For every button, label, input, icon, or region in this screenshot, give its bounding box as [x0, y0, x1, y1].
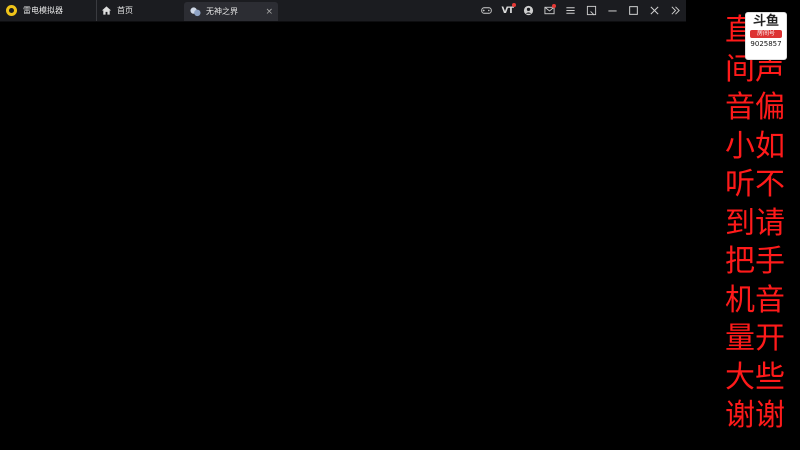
- window-toolbar: VT: [476, 0, 686, 21]
- emulator-titlebar: 雷电模拟器 首页 无神之界 × VT: [0, 0, 686, 22]
- vt-alert-dot: [512, 3, 516, 7]
- gamepad-button[interactable]: [476, 0, 497, 21]
- close-tab-icon[interactable]: ×: [265, 7, 273, 17]
- expand-sidebar-icon: [671, 6, 680, 15]
- home-icon: [101, 6, 112, 15]
- minimize-button[interactable]: [602, 0, 623, 21]
- vt-button[interactable]: VT: [497, 0, 518, 21]
- user-icon: [523, 5, 534, 16]
- close-window-button[interactable]: [644, 0, 665, 21]
- menu-button[interactable]: [560, 0, 581, 21]
- menu-icon: [566, 7, 575, 14]
- messages-button[interactable]: [539, 0, 560, 21]
- game-app-icon: [190, 7, 201, 17]
- app-tab-label: 雷电模拟器: [23, 6, 63, 15]
- vt-icon: VT: [501, 5, 514, 16]
- douyu-logo: 斗鱼: [752, 14, 779, 29]
- stream-notice-text: 直播间声音偏小如听不到请把手机音量开大些谢谢: [725, 13, 785, 433]
- close-icon: [650, 6, 659, 15]
- home-tab-label: 首页: [117, 6, 133, 15]
- emulator-screen[interactable]: [0, 22, 686, 450]
- ldplayer-logo-icon: [6, 5, 17, 16]
- room-label: 房间号: [750, 30, 782, 38]
- room-id: 9025857: [750, 40, 782, 48]
- tab-home[interactable]: 首页: [96, 0, 187, 21]
- gamepad-icon: [481, 7, 492, 14]
- mail-alert-dot: [552, 4, 556, 8]
- maximize-button[interactable]: [623, 0, 644, 21]
- account-button[interactable]: [518, 0, 539, 21]
- tab-game[interactable]: 无神之界 ×: [184, 2, 278, 21]
- mini-window-button[interactable]: [581, 0, 602, 21]
- expand-sidebar-button[interactable]: [665, 0, 686, 21]
- douyu-room-badge: 斗鱼 房间号 9025857: [745, 12, 787, 60]
- minimize-icon: [608, 10, 617, 12]
- maximize-icon: [629, 6, 638, 15]
- app-tab[interactable]: 雷电模拟器: [0, 0, 98, 21]
- minimize-to-window-icon: [586, 5, 597, 16]
- game-tab-label: 无神之界: [206, 7, 238, 16]
